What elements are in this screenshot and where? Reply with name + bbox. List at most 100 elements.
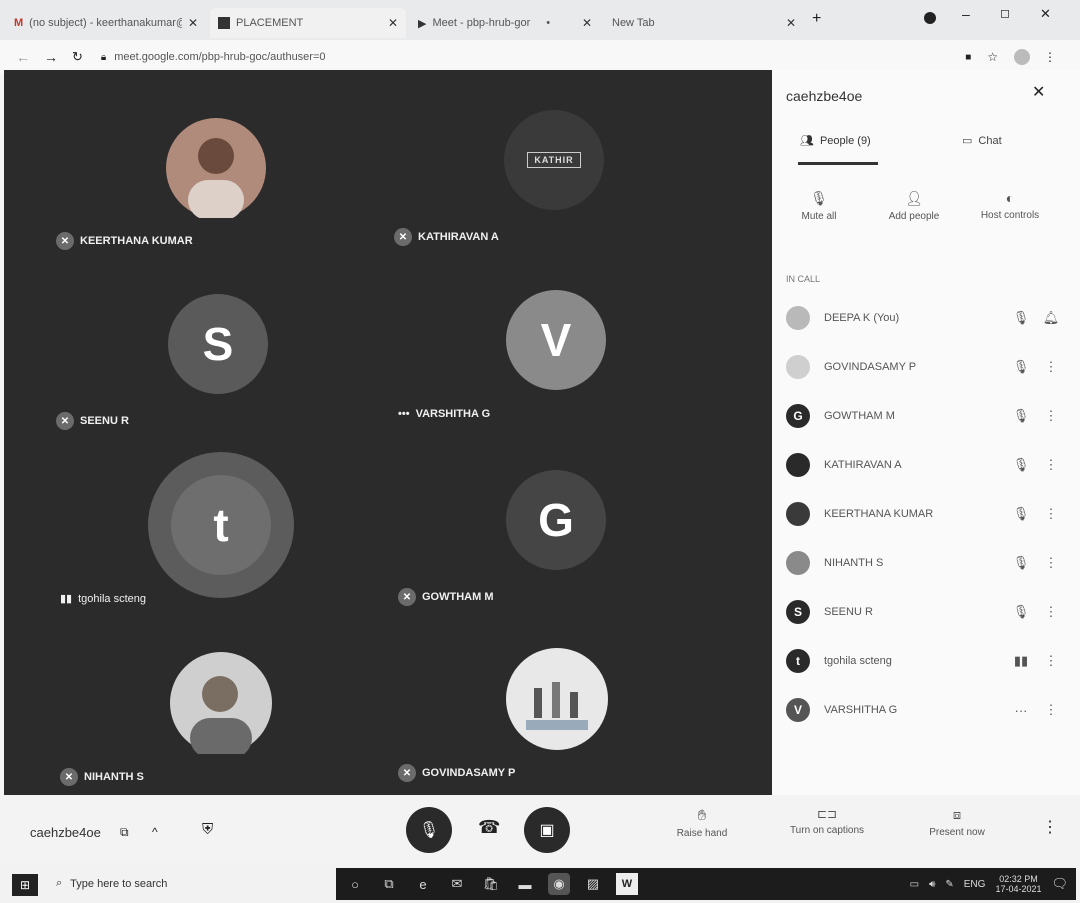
- star-icon[interactable]: ☆: [987, 50, 998, 64]
- notification-icon[interactable]: 🗨︎: [1051, 876, 1068, 892]
- mic-off-icon[interactable]: 🎙︎: [1006, 555, 1036, 571]
- participant-name: GOWTHAM M: [824, 410, 895, 422]
- chevron-up-icon[interactable]: ^: [152, 825, 158, 839]
- person-photo-icon: [190, 676, 252, 754]
- tab-chat[interactable]: ▭ Chat: [962, 134, 1002, 148]
- participant-row[interactable]: t tgohila scteng ▮▮ ⋮: [786, 639, 1066, 683]
- new-tab-icon[interactable]: +: [812, 10, 821, 28]
- tab-gmail[interactable]: M (no subject) - keerthanakumar@... ✕: [6, 8, 206, 38]
- camera-button[interactable]: ▣: [524, 807, 570, 853]
- word-icon[interactable]: W: [616, 873, 638, 895]
- more-options-icon[interactable]: ⋮: [1036, 506, 1066, 522]
- pen-icon[interactable]: ✎: [945, 879, 953, 890]
- participant-name: KATHIRAVAN A: [418, 231, 499, 243]
- language-indicator[interactable]: ENG: [964, 879, 986, 890]
- host-controls-button[interactable]: ◐ Host controls: [972, 190, 1048, 221]
- button-label: Raise hand: [676, 828, 728, 839]
- more-options-icon[interactable]: ⋮: [1036, 457, 1066, 473]
- meeting-controls-bar: caehzbe4oe ⧉ ^ ⛨ 🎙︎ ☎︎ ▣ ✋︎ Raise hand ⊏…: [0, 795, 1080, 865]
- captions-button[interactable]: ⊏⊐ Turn on captions: [780, 807, 874, 836]
- participant-row[interactable]: DEEPA K (You) 🎙︎ 🔔︎: [786, 296, 1066, 340]
- chrome-icon[interactable]: ◉: [548, 873, 570, 895]
- search-icon: ⌕: [56, 877, 63, 889]
- more-options-icon[interactable]: ⋮: [1036, 408, 1066, 424]
- more-options-icon[interactable]: ⋮: [1036, 702, 1066, 718]
- mic-off-icon[interactable]: 🎙︎: [1006, 604, 1036, 620]
- more-options-icon[interactable]: ⋮: [1036, 359, 1066, 375]
- participant-row[interactable]: KEERTHANA KUMAR 🎙︎ ⋮: [786, 492, 1066, 536]
- mic-off-icon[interactable]: 🎙︎: [1006, 359, 1036, 375]
- participant-label: ✕ GOVINDASAMY P: [398, 764, 515, 782]
- cortana-icon[interactable]: ○: [344, 873, 366, 895]
- tab-placement[interactable]: PLACEMENT ✕: [210, 8, 406, 38]
- participant-row[interactable]: GOVINDASAMY P 🎙︎ ⋮: [786, 345, 1066, 389]
- tab-label: People (9): [819, 134, 871, 147]
- mail-icon[interactable]: ✉: [446, 873, 468, 895]
- store-icon[interactable]: 🛍︎: [480, 873, 502, 895]
- more-dots-icon[interactable]: ···: [1006, 703, 1036, 718]
- mic-off-icon[interactable]: 🎙︎: [1006, 457, 1036, 473]
- record-icon[interactable]: [924, 12, 936, 24]
- button-label: Present now: [929, 827, 985, 838]
- leave-call-button[interactable]: ☎︎: [478, 817, 500, 838]
- edge-icon[interactable]: e: [412, 873, 434, 895]
- mute-all-button[interactable]: 🎙︎ Mute all: [792, 190, 846, 222]
- participant-row[interactable]: S SEENU R 🎙︎ ⋮: [786, 590, 1066, 634]
- mic-off-icon[interactable]: 🎙︎: [1006, 408, 1036, 424]
- microphone-button[interactable]: 🎙︎: [406, 807, 452, 853]
- photos-icon[interactable]: ▨: [582, 873, 604, 895]
- participant-name: tgohila scteng: [824, 655, 892, 667]
- close-icon[interactable]: ✕: [582, 16, 592, 30]
- participant-row[interactable]: V VARSHITHA G ··· ⋮: [786, 688, 1066, 732]
- more-options-icon[interactable]: ⋮: [1036, 653, 1066, 669]
- taskbar-search[interactable]: ⌕ Type here to search: [56, 877, 167, 890]
- menu-icon[interactable]: ⋮: [1044, 50, 1056, 64]
- participant-row[interactable]: NIHANTH S 🎙︎ ⋮: [786, 541, 1066, 585]
- raise-hand-button[interactable]: ✋︎ Raise hand: [670, 807, 734, 839]
- close-icon[interactable]: ✕: [1032, 82, 1045, 102]
- tab-meet[interactable]: ▶ Meet - pbp-hrub-gor • ✕: [410, 8, 600, 38]
- audio-level-icon[interactable]: ▮▮: [1006, 653, 1036, 669]
- close-icon[interactable]: ✕: [786, 16, 796, 30]
- camera-icon[interactable]: ■: [965, 52, 971, 63]
- folder-icon[interactable]: ▬: [514, 873, 536, 895]
- mic-off-icon[interactable]: 🎙︎: [1006, 506, 1036, 522]
- participant-name: SEENU R: [824, 606, 873, 618]
- button-label: Mute all: [801, 211, 837, 222]
- tab-new[interactable]: New Tab ✕: [604, 8, 804, 38]
- network-icon[interactable]: ▭: [910, 879, 919, 890]
- shield-icon[interactable]: ⛨: [202, 821, 213, 838]
- more-options-icon[interactable]: ⋮: [1036, 555, 1066, 571]
- maximize-icon[interactable]: ◻: [1000, 6, 1010, 20]
- present-now-button[interactable]: ⧈ Present now: [922, 807, 992, 838]
- forward-icon[interactable]: →: [44, 49, 58, 65]
- start-button[interactable]: ⊞: [12, 874, 38, 896]
- volume-icon[interactable]: 🔊︎: [929, 879, 935, 890]
- clock[interactable]: 02:32 PM 17-04-2021: [995, 874, 1041, 894]
- close-icon[interactable]: ✕: [388, 16, 398, 30]
- participant-row[interactable]: G GOWTHAM M 🎙︎ ⋮: [786, 394, 1066, 438]
- participant-name: GOVINDASAMY P: [422, 767, 516, 779]
- pin-icon[interactable]: 🔔︎: [1036, 310, 1066, 326]
- url-field[interactable]: meet.google.com/pbp-hrub-goc/authuser=0: [114, 51, 325, 63]
- reload-icon[interactable]: ↻: [72, 49, 83, 65]
- minimize-icon[interactable]: –: [962, 6, 970, 22]
- meeting-code: caehzbe4oe: [30, 825, 101, 840]
- mic-off-icon: ✕: [56, 412, 74, 430]
- add-people-button[interactable]: 👤︎ Add people: [882, 190, 946, 222]
- tab-people[interactable]: 👥︎ People (9): [800, 134, 871, 148]
- participant-row[interactable]: KATHIRAVAN A 🎙︎ ⋮: [786, 443, 1066, 487]
- toggle-icon: ◐: [1005, 190, 1015, 206]
- task-view-icon[interactable]: ⧉: [378, 873, 400, 895]
- copy-icon[interactable]: ⧉: [120, 825, 129, 840]
- mic-off-icon[interactable]: 🎙︎: [1006, 310, 1036, 326]
- close-window-icon[interactable]: ✕: [1040, 6, 1051, 22]
- back-icon[interactable]: ←: [16, 49, 30, 65]
- camera-off-icon: ▣: [539, 822, 555, 839]
- profile-avatar[interactable]: [1014, 49, 1030, 65]
- video-grid: ✕ KEERTHANA KUMAR KATHIR ✕ KATHIRAVAN A …: [4, 70, 772, 795]
- tab-label: Chat: [978, 134, 1002, 147]
- more-options-icon[interactable]: ⋮: [1036, 604, 1066, 620]
- close-icon[interactable]: ✕: [188, 16, 198, 30]
- more-options-icon[interactable]: ⋮: [1042, 817, 1058, 837]
